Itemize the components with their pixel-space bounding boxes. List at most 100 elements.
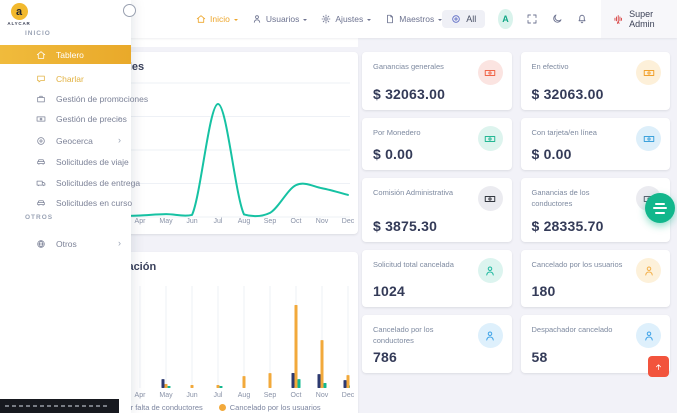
sidebar-item-gestion-de-precios[interactable]: Gestión de precios ›	[0, 109, 131, 128]
x-axis-tick: Aug	[237, 218, 251, 225]
x-axis-tick: May	[159, 392, 173, 399]
profile-menu[interactable]: Super Admin	[600, 0, 677, 38]
legend-dot	[218, 404, 226, 411]
dark-mode-button[interactable]	[551, 13, 563, 25]
stats-grid: Ganancias generales $ 32063.00 En efectivo…	[362, 52, 670, 373]
x-axis-tick: Oct	[290, 218, 302, 225]
x-axis-tick: Apr	[134, 218, 146, 225]
truck-icon	[36, 180, 46, 186]
person-icon	[644, 331, 653, 340]
banknote-icon	[643, 135, 654, 142]
sidebar-item-label: Gestión de promociones	[56, 93, 149, 104]
fullscreen-icon	[527, 14, 537, 24]
x-axis-tick: Nov	[315, 218, 329, 225]
stat-value: $ 3875.30	[373, 218, 438, 234]
browser-status-bar	[0, 399, 119, 413]
scroll-top-button[interactable]	[648, 356, 669, 377]
stat-icon-badge	[636, 60, 661, 85]
stat-icon-badge	[636, 258, 661, 283]
navbar-menu: Inicio Usuarios Ajustes Maestros	[196, 14, 443, 24]
stat-card-por-monedero: Por Monedero $ 0.00	[362, 118, 512, 170]
chevron-right-icon: ›	[118, 113, 121, 123]
x-axis-tick: Sep	[263, 392, 277, 399]
zone-select-value: All	[466, 14, 477, 24]
x-axis-tick: Oct	[290, 392, 302, 399]
sidebar: a ALYCAR INICIO Tablero Charlar Gestión de …	[0, 0, 148, 413]
gear-icon	[322, 14, 331, 24]
chevron-down-icon	[233, 19, 238, 23]
chevron-down-icon	[367, 19, 372, 23]
stat-label: Con tarjeta/en línea	[531, 128, 597, 137]
nav-item-usuarios[interactable]: Usuarios	[252, 14, 308, 24]
sidebar-item-label: Tablero	[56, 49, 84, 60]
x-axis-tick: Sep	[263, 218, 277, 225]
stat-card-cancelado-por-los-conductores: Cancelado por los conductores 786	[362, 315, 512, 373]
stat-icon-badge	[477, 126, 503, 151]
chevron-right-icon: ›	[118, 238, 121, 248]
filter-fab[interactable]	[645, 193, 675, 223]
stat-label: Ganancias de los conductores	[531, 188, 590, 209]
stat-value: 786	[373, 349, 397, 365]
banknote-icon	[484, 135, 496, 142]
stat-value: $ 28335.70	[531, 218, 604, 234]
nav-item-inicio[interactable]: Inicio	[196, 14, 238, 24]
nav-item-ajustes[interactable]: Ajustes	[321, 14, 372, 24]
legend-item-cancelado-por-los-usuarios[interactable]: Cancelado por los usuarios	[218, 403, 321, 412]
stat-label: Cancelado por los usuarios	[531, 260, 623, 269]
person-icon	[486, 331, 494, 340]
x-axis-tick: Jun	[186, 218, 198, 225]
stat-value: 180	[531, 283, 556, 299]
profile-name: Super Admin	[629, 9, 655, 29]
sidebar-item-solicitudes-en-curso[interactable]: Solicitudes en curso	[0, 193, 133, 212]
sidebar-toggle[interactable]	[123, 4, 136, 17]
sidebar-item-tablero[interactable]: Tablero	[0, 45, 131, 64]
x-axis-tick: Nov	[315, 392, 329, 399]
nav-item-label: Ajustes	[335, 14, 364, 24]
x-axis-tick: Jul	[213, 392, 223, 399]
filter-icon	[655, 202, 665, 205]
fullscreen-button[interactable]	[526, 13, 538, 25]
moon-icon	[552, 14, 562, 23]
sidebar-item-charlar[interactable]: Charlar	[0, 69, 131, 88]
globe-icon	[37, 239, 45, 248]
car-icon	[37, 199, 45, 206]
x-axis-tick: Aug	[237, 392, 251, 399]
doc-icon	[387, 14, 394, 24]
stat-label: Comisión Administrativa	[373, 188, 454, 197]
person-icon	[253, 15, 260, 23]
stat-card-cancelado-por-los-usuarios: Cancelado por los usuarios 180	[520, 250, 670, 307]
target-icon	[37, 136, 45, 145]
x-axis-tick: May	[159, 218, 173, 225]
stat-value: $ 32063.00	[373, 86, 446, 102]
stat-icon-badge	[636, 323, 661, 348]
translate-button[interactable]: A	[498, 9, 513, 29]
sidebar-item-label: Otros	[56, 238, 77, 249]
brand-logo[interactable]: a ALYCAR	[7, 3, 31, 26]
bell-icon	[578, 14, 586, 24]
dashboard-page: Inicio Usuarios Ajustes Maestros All A S…	[0, 0, 677, 413]
x-axis-tick: Jul	[213, 218, 223, 225]
sidebar-item-label: Charlar	[56, 73, 84, 84]
sidebar-item-label: Solicitudes en curso	[56, 197, 133, 208]
stat-value: $ 0.00	[373, 146, 414, 162]
x-axis-tick: Dec	[341, 218, 355, 225]
sidebar-section-otros: OTROS	[25, 214, 54, 221]
person-icon	[486, 266, 494, 275]
banknote-icon	[643, 69, 654, 76]
zone-select[interactable]: All	[442, 10, 486, 28]
stat-label: En efectivo	[531, 62, 569, 71]
home-icon	[196, 15, 206, 23]
sidebar-item-otros[interactable]: Otros ›	[0, 234, 131, 253]
chat-icon	[37, 75, 45, 82]
banknote-icon	[484, 195, 496, 202]
stat-value: 1024	[373, 283, 405, 299]
sidebar-item-solicitudes-de-viaje[interactable]: Solicitudes de viaje	[0, 152, 131, 171]
sidebar-item-gestion-de-promociones[interactable]: Gestión de promociones ›	[0, 89, 148, 108]
nav-item-maestros[interactable]: Maestros	[385, 14, 443, 24]
stat-label: Ganancias generales	[373, 62, 444, 71]
sidebar-item-solicitudes-de-entrega[interactable]: Solicitudes de entrega	[0, 173, 140, 192]
notifications-button[interactable]	[576, 13, 588, 25]
chevron-right-icon: ›	[118, 93, 121, 103]
sidebar-item-geocerca[interactable]: Geocerca ›	[0, 131, 131, 150]
stat-icon-badge	[477, 323, 503, 348]
